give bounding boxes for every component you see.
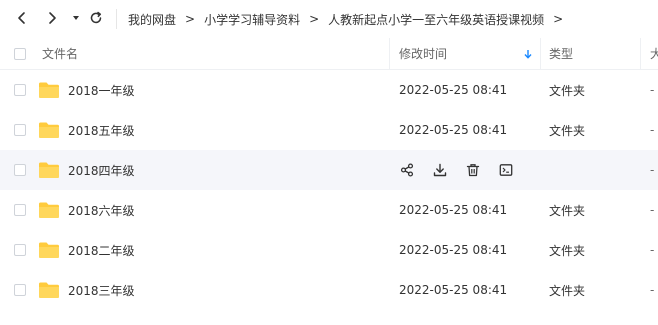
folder-icon [39, 82, 59, 98]
arrow-right-icon [49, 12, 56, 24]
file-list-header: 文件名 修改时间 类型 大 [0, 38, 658, 70]
folder-icon [39, 162, 59, 178]
row-checkbox[interactable] [14, 244, 26, 256]
file-modified: 2022-05-25 08:41 [399, 243, 508, 257]
row-checkbox[interactable] [14, 124, 26, 136]
file-type: 文件夹 [549, 243, 586, 258]
column-divider[interactable] [389, 38, 390, 69]
refresh-button[interactable] [86, 8, 106, 28]
column-header-size[interactable]: 大 [650, 38, 658, 69]
arrow-left-icon [18, 12, 25, 24]
file-name[interactable]: 2018五年级 [68, 110, 135, 150]
share-button[interactable] [397, 160, 417, 180]
breadcrumb-separator: > [553, 12, 564, 26]
file-size: - [650, 243, 655, 257]
folder-icon [39, 282, 59, 298]
trash-icon [466, 164, 480, 177]
file-type: 文件夹 [549, 123, 586, 138]
checkbox[interactable] [14, 47, 26, 60]
file-row-hovered[interactable]: 2018四年级 - [0, 150, 658, 190]
breadcrumb-item-current[interactable]: 人教新起点小学一至六年级英语授课视频 [328, 11, 544, 28]
caret-down-icon [73, 16, 79, 20]
file-modified: 2022-05-25 08:41 [399, 203, 508, 217]
breadcrumb-separator: > [185, 12, 196, 26]
file-modified: 2022-05-25 08:41 [399, 283, 508, 297]
folder-icon [39, 242, 59, 258]
column-header-name[interactable]: 文件名 [42, 38, 78, 69]
file-modified: 2022-05-25 08:41 [399, 83, 508, 97]
file-row[interactable]: 2018二年级 2022-05-25 08:41 文件夹 - [0, 230, 658, 270]
download-icon [433, 163, 447, 177]
column-divider[interactable] [540, 38, 541, 69]
file-row[interactable]: 2018六年级 2022-05-25 08:41 文件夹 - [0, 190, 658, 230]
folder-icon [39, 202, 59, 218]
download-button[interactable] [430, 160, 450, 180]
file-name[interactable]: 2018一年级 [68, 70, 135, 110]
breadcrumb-item-folder[interactable]: 小学学习辅导资料 [204, 11, 300, 28]
forward-button[interactable] [42, 8, 62, 28]
file-name[interactable]: 2018三年级 [68, 270, 135, 310]
file-name[interactable]: 2018六年级 [68, 190, 135, 230]
breadcrumb-item-root[interactable]: 我的网盘 [128, 11, 176, 28]
sort-descending-icon[interactable] [524, 38, 532, 69]
folder-icon [39, 122, 59, 138]
more-actions-button[interactable] [496, 160, 516, 180]
file-size: - [650, 123, 655, 137]
history-dropdown-button[interactable] [66, 8, 86, 28]
delete-button[interactable] [463, 160, 483, 180]
row-checkbox[interactable] [14, 284, 26, 296]
toolbar-divider [116, 9, 117, 29]
file-name[interactable]: 2018二年级 [68, 230, 135, 270]
row-checkbox[interactable] [14, 84, 26, 96]
refresh-icon [90, 11, 102, 24]
file-type: 文件夹 [549, 283, 586, 298]
row-checkbox[interactable] [14, 204, 26, 216]
file-size: - [650, 163, 655, 177]
file-size: - [650, 83, 655, 97]
file-type: 文件夹 [549, 203, 586, 218]
breadcrumb: 我的网盘 > 小学学习辅导资料 > 人教新起点小学一至六年级英语授课视频 > [128, 0, 572, 38]
back-button[interactable] [12, 8, 32, 28]
row-checkbox[interactable] [14, 164, 26, 176]
file-name[interactable]: 2018四年级 [68, 150, 135, 190]
file-size: - [650, 203, 655, 217]
file-type: 文件夹 [549, 83, 586, 98]
rename-icon [499, 164, 513, 176]
column-header-modified[interactable]: 修改时间 [399, 38, 447, 69]
file-size: - [650, 283, 655, 297]
file-row[interactable]: 2018五年级 2022-05-25 08:41 文件夹 - [0, 110, 658, 150]
share-icon [400, 163, 414, 177]
breadcrumb-separator: > [309, 12, 320, 26]
file-row[interactable]: 2018三年级 2022-05-25 08:41 文件夹 - [0, 270, 658, 310]
column-header-type[interactable]: 类型 [549, 38, 573, 69]
file-row[interactable]: 2018一年级 2022-05-25 08:41 文件夹 - [0, 70, 658, 110]
navigation-bar: 我的网盘 > 小学学习辅导资料 > 人教新起点小学一至六年级英语授课视频 > [0, 0, 658, 38]
column-divider[interactable] [640, 38, 641, 69]
select-all-checkbox[interactable] [14, 38, 26, 69]
row-actions [397, 150, 529, 190]
file-modified: 2022-05-25 08:41 [399, 123, 508, 137]
